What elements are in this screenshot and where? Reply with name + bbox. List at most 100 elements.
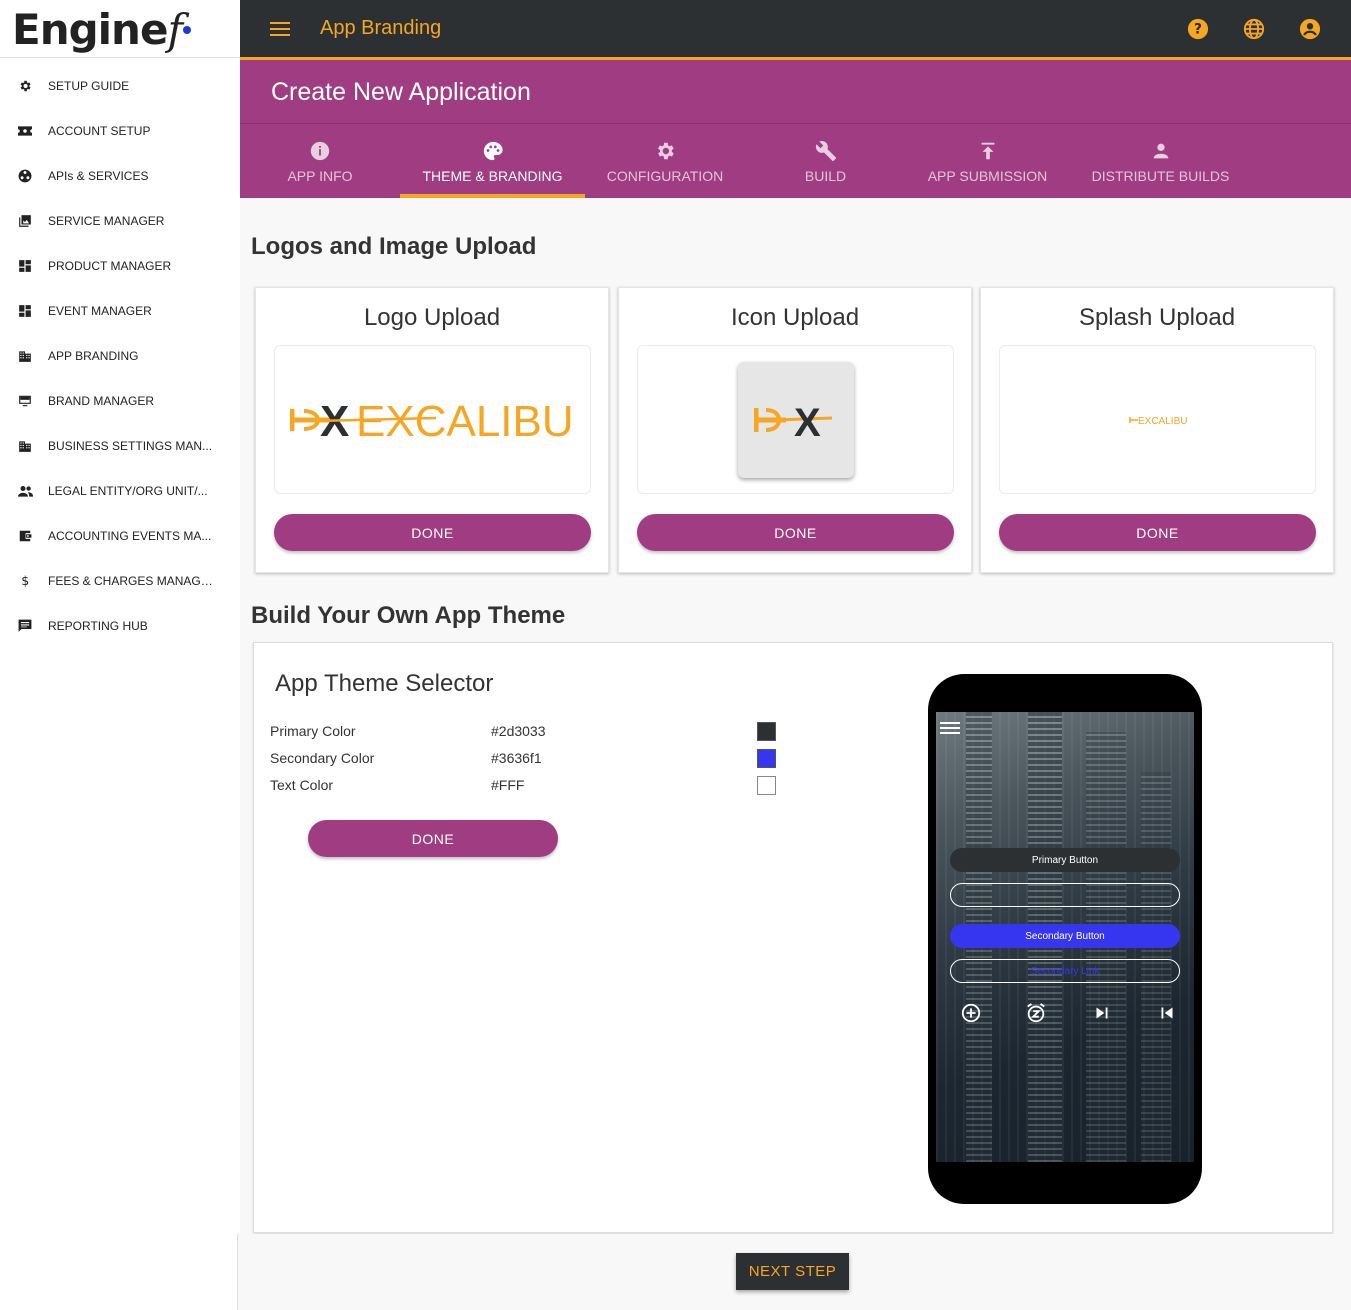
dashboard-icon xyxy=(17,258,33,274)
tab-app-info[interactable]: APP INFO xyxy=(240,124,400,198)
sidebar-item-app-branding[interactable]: APP BRANDING xyxy=(0,333,240,378)
icon-done-button[interactable]: DONE xyxy=(637,514,954,551)
api-icon xyxy=(17,168,33,184)
sidebar-item-label: SETUP GUIDE xyxy=(48,78,130,93)
tab-label: BUILD xyxy=(804,168,847,184)
dashboard-icon xyxy=(17,303,33,319)
wallet-icon xyxy=(17,528,33,544)
app-icon-thumbnail: X xyxy=(737,361,854,478)
phone-primary-button[interactable]: Primary Button xyxy=(950,848,1180,872)
phone-preview: Primary Button Secondary Button Secondar… xyxy=(928,674,1202,1204)
phone-secondary-link[interactable]: Secondary Link xyxy=(950,959,1180,983)
account-icon[interactable] xyxy=(1299,18,1321,40)
color-name: Secondary Color xyxy=(270,750,375,766)
phone-menu-icon[interactable] xyxy=(940,722,960,734)
skip-next-icon[interactable] xyxy=(1091,1002,1113,1024)
sidebar-item-label: LEGAL ENTITY/ORG UNIT/... xyxy=(48,483,208,498)
wizard-title: Create New Application xyxy=(240,60,1351,124)
logo-done-button[interactable]: DONE xyxy=(274,514,591,551)
monitor-icon xyxy=(17,393,33,409)
message-icon xyxy=(17,618,33,634)
color-value: #3636f1 xyxy=(491,750,542,766)
icon-preview[interactable]: X xyxy=(637,345,954,494)
brand-name: Engine xyxy=(12,5,168,54)
theme-selector-title: App Theme Selector xyxy=(275,670,494,697)
dollar-icon: $ xyxy=(17,573,33,589)
theme-done-button[interactable]: DONE xyxy=(308,820,558,857)
sidebar-item-label: REPORTING HUB xyxy=(48,618,148,633)
sidebar-item-setup-guide[interactable]: SETUP GUIDE xyxy=(0,63,240,108)
secondary-color-swatch[interactable] xyxy=(757,748,776,768)
info-icon xyxy=(310,141,330,161)
sidebar-item-product-manager[interactable]: PRODUCT MANAGER xyxy=(0,243,240,288)
sidebar-item-label: APIs & SERVICES xyxy=(48,168,149,183)
tab-build[interactable]: BUILD xyxy=(745,124,906,198)
sidebar-item-brand-manager[interactable]: BRAND MANAGER xyxy=(0,378,240,423)
building-icon xyxy=(17,348,33,364)
sidebar-item-label: APP BRANDING xyxy=(48,348,139,363)
color-name: Text Color xyxy=(270,777,334,793)
sidebar-item-label: FEES & CHARGES MANAGER xyxy=(48,573,213,588)
splash-preview[interactable]: EXCALIBUR xyxy=(999,345,1316,494)
card-title: Logo Upload xyxy=(363,304,501,331)
text-color-swatch[interactable] xyxy=(757,775,776,795)
page-title: App Branding xyxy=(320,17,442,39)
globe-icon[interactable] xyxy=(1243,18,1265,40)
splash-logo: EXCALIBUR xyxy=(1128,416,1187,426)
primary-color-row: Primary Color #2d3033 xyxy=(270,720,780,742)
splash-upload-card: Splash Upload EXCALIBUR DONE xyxy=(980,287,1334,573)
excalibur-logo: X EXCALIBUR xyxy=(290,397,575,445)
wizard-footer: NEXT STEP xyxy=(237,1234,1351,1310)
top-app-bar: App Branding ? xyxy=(240,0,1351,60)
help-icon[interactable]: ? xyxy=(1187,18,1209,40)
excalibur-icon-mark: X xyxy=(753,401,832,442)
gear-icon xyxy=(658,142,674,160)
brand-logo[interactable]: Enginef xyxy=(0,0,240,58)
logo-preview[interactable]: X EXCALIBUR xyxy=(274,345,591,494)
sidebar-item-label: BRAND MANAGER xyxy=(48,393,155,408)
tab-distribute-builds[interactable]: DISTRIBUTE BUILDS xyxy=(1069,124,1252,198)
tab-app-submission[interactable]: APP SUBMISSION xyxy=(906,124,1069,198)
add-circle-icon[interactable] xyxy=(960,1002,982,1024)
building-icon xyxy=(17,438,33,454)
icon-upload-card: Icon Upload X DONE xyxy=(618,287,972,573)
top-actions: ? xyxy=(1187,18,1321,40)
sidebar-item-label: EVENT MANAGER xyxy=(48,303,152,318)
color-value: #FFF xyxy=(491,777,525,793)
palette-icon xyxy=(483,141,503,161)
sidebar-item-legal-entity[interactable]: LEGAL ENTITY/ORG UNIT/... xyxy=(0,468,240,513)
brand-dot xyxy=(182,25,191,34)
sidebar-item-apis-services[interactable]: APIs & SERVICES xyxy=(0,153,240,198)
sidebar-item-business-settings[interactable]: BUSINESS SETTINGS MAN... xyxy=(0,423,240,468)
sidebar-item-fees-charges[interactable]: $ FEES & CHARGES MANAGER xyxy=(0,558,240,603)
snooze-icon[interactable] xyxy=(1025,1002,1047,1024)
sidebar-item-reporting-hub[interactable]: REPORTING HUB xyxy=(0,603,240,648)
card-title: Splash Upload xyxy=(1078,304,1236,331)
primary-color-swatch[interactable] xyxy=(757,721,776,741)
sidebar-item-label: PRODUCT MANAGER xyxy=(48,258,172,273)
svg-text:EXCALIBUR: EXCALIBUR xyxy=(1138,416,1187,426)
splash-done-button[interactable]: DONE xyxy=(999,514,1316,551)
logos-section-title: Logos and Image Upload xyxy=(251,233,537,260)
sidebar-item-label: ACCOUNT SETUP xyxy=(48,123,151,138)
sidebar-item-accounting-events[interactable]: ACCOUNTING EVENTS MA... xyxy=(0,513,240,558)
tab-configuration[interactable]: CONFIGURATION xyxy=(585,124,745,198)
hamburger-menu-icon[interactable] xyxy=(270,21,290,36)
phone-icon-row xyxy=(960,1002,1178,1024)
wizard-header: Create New Application APP INFO THEME & … xyxy=(240,60,1351,198)
phone-secondary-button[interactable]: Secondary Button xyxy=(950,924,1180,948)
next-step-button[interactable]: NEXT STEP xyxy=(736,1253,849,1290)
sidebar-item-service-manager[interactable]: SERVICE MANAGER xyxy=(0,198,240,243)
phone-primary-link[interactable] xyxy=(950,883,1180,907)
svg-text:$: $ xyxy=(21,573,29,588)
tab-theme-branding[interactable]: THEME & BRANDING xyxy=(400,124,585,198)
phone-screen: Primary Button Secondary Button Secondar… xyxy=(936,712,1194,1162)
main-content: Logos and Image Upload Logo Upload X EXC… xyxy=(240,198,1351,1310)
sidebar-item-event-manager[interactable]: EVENT MANAGER xyxy=(0,288,240,333)
sidebar: Enginef SETUP GUIDE ACCOUNT SETUP APIs &… xyxy=(0,0,240,1310)
sidebar-item-account-setup[interactable]: ACCOUNT SETUP xyxy=(0,108,240,153)
svg-text:X: X xyxy=(794,401,821,442)
skip-previous-icon[interactable] xyxy=(1156,1002,1178,1024)
person-icon xyxy=(1153,143,1168,159)
secondary-color-row: Secondary Color #3636f1 xyxy=(270,747,780,769)
